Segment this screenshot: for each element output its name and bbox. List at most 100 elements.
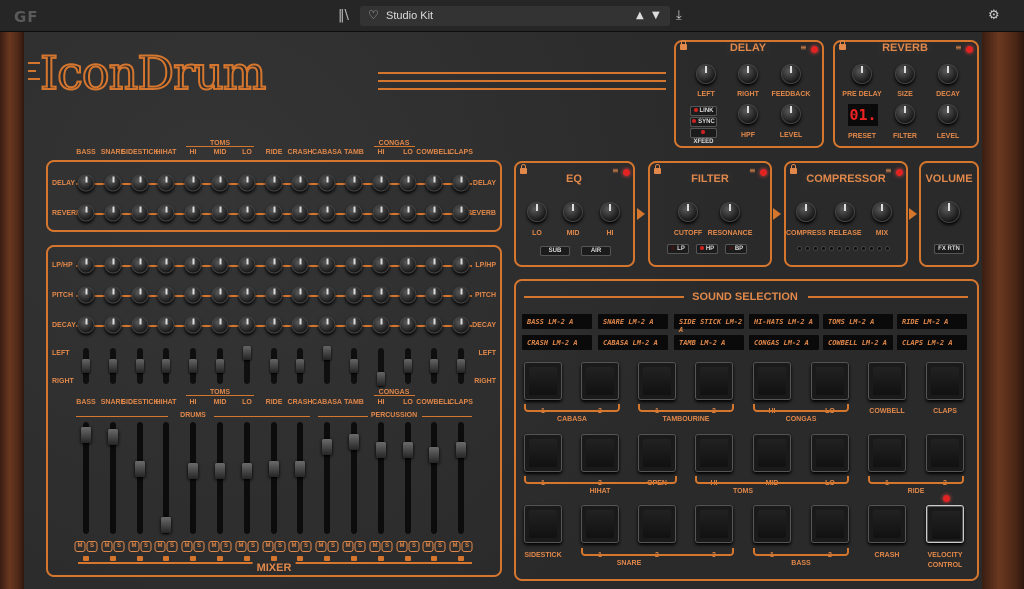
- reverb-menu-icon[interactable]: ≡: [955, 43, 962, 52]
- drum-pad-row1-5[interactable]: [811, 362, 849, 400]
- delay-send-knob-9[interactable]: [318, 174, 336, 192]
- channel-lock-icon-9[interactable]: [324, 556, 330, 561]
- sound-slot-0[interactable]: BASS LM-2 A: [522, 314, 592, 329]
- delay-feedback-knob[interactable]: [781, 64, 801, 84]
- decay-knob-7[interactable]: [265, 316, 283, 334]
- reverb-send-knob-14[interactable]: [452, 204, 470, 222]
- eq-mid-knob[interactable]: [563, 202, 583, 222]
- channel-fader-handle-4[interactable]: [188, 463, 198, 480]
- compressor-compress-knob[interactable]: [796, 202, 816, 222]
- mute-button-13[interactable]: M: [422, 541, 434, 552]
- lp_hp-knob-3[interactable]: [157, 256, 175, 274]
- channel-fader-handle-1[interactable]: [108, 428, 118, 445]
- delay-link-button[interactable]: LINK: [690, 106, 717, 116]
- delay-send-knob-0[interactable]: [77, 174, 95, 192]
- pan-slider-handle-7[interactable]: [270, 359, 278, 373]
- channel-lock-icon-13[interactable]: [431, 556, 437, 561]
- delay-send-knob-6[interactable]: [238, 174, 256, 192]
- drum-pad-row3-6[interactable]: [868, 505, 906, 543]
- compressor-mix-knob[interactable]: [872, 202, 892, 222]
- pitch-knob-9[interactable]: [318, 286, 336, 304]
- channel-lock-icon-4[interactable]: [190, 556, 196, 561]
- delay-send-knob-8[interactable]: [291, 174, 309, 192]
- filter-lock-icon[interactable]: [654, 164, 661, 174]
- pitch-knob-12[interactable]: [399, 286, 417, 304]
- sound-slot-4[interactable]: TOMS LM-2 A: [823, 314, 893, 329]
- decay-knob-11[interactable]: [372, 316, 390, 334]
- channel-lock-icon-3[interactable]: [163, 556, 169, 561]
- channel-lock-icon-10[interactable]: [351, 556, 357, 561]
- mute-button-5[interactable]: M: [208, 541, 220, 552]
- decay-knob-6[interactable]: [238, 316, 256, 334]
- delay-send-knob-12[interactable]: [399, 174, 417, 192]
- channel-fader-handle-14[interactable]: [456, 441, 466, 458]
- solo-button-2[interactable]: S: [140, 541, 152, 552]
- channel-fader-track-11[interactable]: [378, 422, 384, 534]
- drum-pad-row3-5[interactable]: [811, 505, 849, 543]
- decay-knob-10[interactable]: [345, 316, 363, 334]
- reverb-send-knob-3[interactable]: [157, 204, 175, 222]
- drum-pad-row3-2[interactable]: [638, 505, 676, 543]
- solo-button-3[interactable]: S: [166, 541, 178, 552]
- sound-slot-5[interactable]: RIDE LM-2 A: [897, 314, 967, 329]
- reverb-filter-knob[interactable]: [895, 104, 915, 124]
- delay-send-knob-3[interactable]: [157, 174, 175, 192]
- eq-air-button[interactable]: AIR: [581, 246, 611, 256]
- channel-lock-icon-1[interactable]: [110, 556, 116, 561]
- channel-lock-icon-2[interactable]: [137, 556, 143, 561]
- reverb-send-knob-8[interactable]: [291, 204, 309, 222]
- reverb-send-knob-5[interactable]: [211, 204, 229, 222]
- pitch-knob-5[interactable]: [211, 286, 229, 304]
- decay-knob-13[interactable]: [425, 316, 443, 334]
- lp_hp-knob-10[interactable]: [345, 256, 363, 274]
- delay-send-knob-4[interactable]: [184, 174, 202, 192]
- sound-slot-3[interactable]: HI-HATS LM-2 A: [749, 314, 819, 329]
- mute-button-9[interactable]: M: [315, 541, 327, 552]
- filter-menu-icon[interactable]: ≡: [749, 166, 756, 175]
- reverb-send-knob-9[interactable]: [318, 204, 336, 222]
- decay-knob-1[interactable]: [104, 316, 122, 334]
- channel-fader-handle-8[interactable]: [295, 461, 305, 478]
- drum-pad-row1-6[interactable]: [868, 362, 906, 400]
- drum-pad-row2-4[interactable]: [753, 434, 791, 472]
- eq-lock-icon[interactable]: [520, 164, 527, 174]
- channel-fader-handle-11[interactable]: [376, 441, 386, 458]
- channel-lock-icon-14[interactable]: [458, 556, 464, 561]
- preset-name[interactable]: Studio Kit: [386, 10, 433, 22]
- sound-slot-6[interactable]: CRASH LM-2 A: [522, 335, 592, 350]
- pan-slider-handle-5[interactable]: [216, 359, 224, 373]
- reverb-send-knob-10[interactable]: [345, 204, 363, 222]
- drum-pad-row1-2[interactable]: [638, 362, 676, 400]
- pan-slider-handle-13[interactable]: [430, 359, 438, 373]
- pan-slider-handle-6[interactable]: [243, 346, 251, 361]
- delay-hpf-knob[interactable]: [738, 104, 758, 124]
- pan-slider-handle-9[interactable]: [323, 346, 331, 361]
- decay-knob-12[interactable]: [399, 316, 417, 334]
- pan-slider-handle-14[interactable]: [457, 359, 465, 373]
- solo-button-10[interactable]: S: [354, 541, 366, 552]
- pitch-knob-6[interactable]: [238, 286, 256, 304]
- channel-fader-handle-9[interactable]: [322, 438, 332, 455]
- channel-lock-icon-5[interactable]: [217, 556, 223, 561]
- drum-pad-row1-7[interactable]: [926, 362, 964, 400]
- pan-slider-handle-10[interactable]: [350, 359, 358, 373]
- delay-xfeed-button[interactable]: XFEED: [690, 128, 717, 145]
- pitch-knob-0[interactable]: [77, 286, 95, 304]
- channel-fader-handle-10[interactable]: [349, 433, 359, 450]
- mute-button-4[interactable]: M: [181, 541, 193, 552]
- mute-button-14[interactable]: M: [449, 541, 461, 552]
- heart-icon[interactable]: ♡: [368, 8, 379, 22]
- pan-slider-handle-12[interactable]: [404, 359, 412, 373]
- pitch-knob-11[interactable]: [372, 286, 390, 304]
- sound-slot-9[interactable]: CONGAS LM-2 A: [749, 335, 819, 350]
- solo-button-9[interactable]: S: [327, 541, 339, 552]
- mute-button-12[interactable]: M: [396, 541, 408, 552]
- solo-button-13[interactable]: S: [434, 541, 446, 552]
- solo-button-0[interactable]: S: [86, 541, 98, 552]
- reverb-send-knob-2[interactable]: [131, 204, 149, 222]
- mute-button-11[interactable]: M: [369, 541, 381, 552]
- channel-lock-icon-6[interactable]: [244, 556, 250, 561]
- delay-send-knob-11[interactable]: [372, 174, 390, 192]
- reverb-send-knob-7[interactable]: [265, 204, 283, 222]
- pan-slider-handle-3[interactable]: [162, 359, 170, 373]
